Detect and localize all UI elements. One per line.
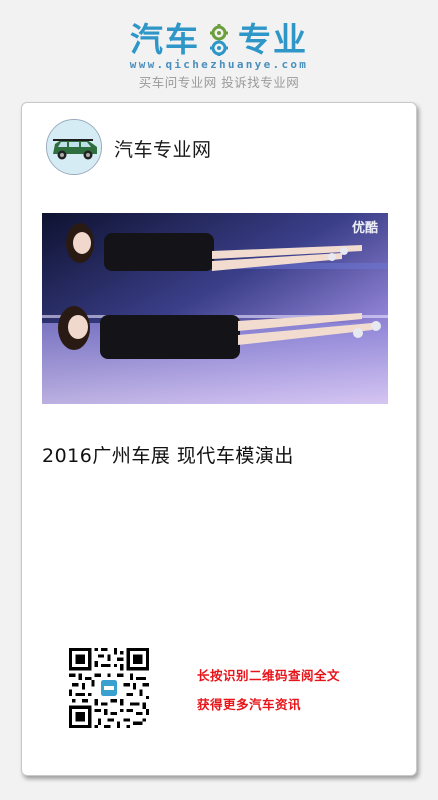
article-card: 汽车专业网 优酷 2016广州车展 现代车模演出 长按识别二维码查阅全文 获得更… bbox=[21, 102, 417, 776]
logo-text-right: 专业 bbox=[238, 20, 308, 59]
logo-slogan: 买车问专业网 投诉找专业网 bbox=[138, 75, 300, 90]
site-logo: 汽车 专业 bbox=[0, 18, 438, 62]
account-name[interactable]: 汽车专业网 bbox=[114, 135, 212, 162]
gear-icon bbox=[204, 23, 234, 57]
car-avatar-icon[interactable] bbox=[46, 119, 102, 175]
logo-domain: www.qichezhuanye.com bbox=[129, 58, 309, 71]
qr-code-icon[interactable] bbox=[69, 648, 149, 728]
qr-hint-line2: 获得更多汽车资讯 bbox=[197, 697, 302, 712]
logo-text-left: 汽车 bbox=[130, 20, 200, 59]
video-thumbnail[interactable]: 优酷 bbox=[42, 213, 388, 404]
article-title[interactable]: 2016广州车展 现代车模演出 bbox=[42, 441, 294, 468]
video-watermark: 优酷 bbox=[351, 221, 378, 236]
qr-hint-line1: 长按识别二维码查阅全文 bbox=[197, 668, 341, 683]
